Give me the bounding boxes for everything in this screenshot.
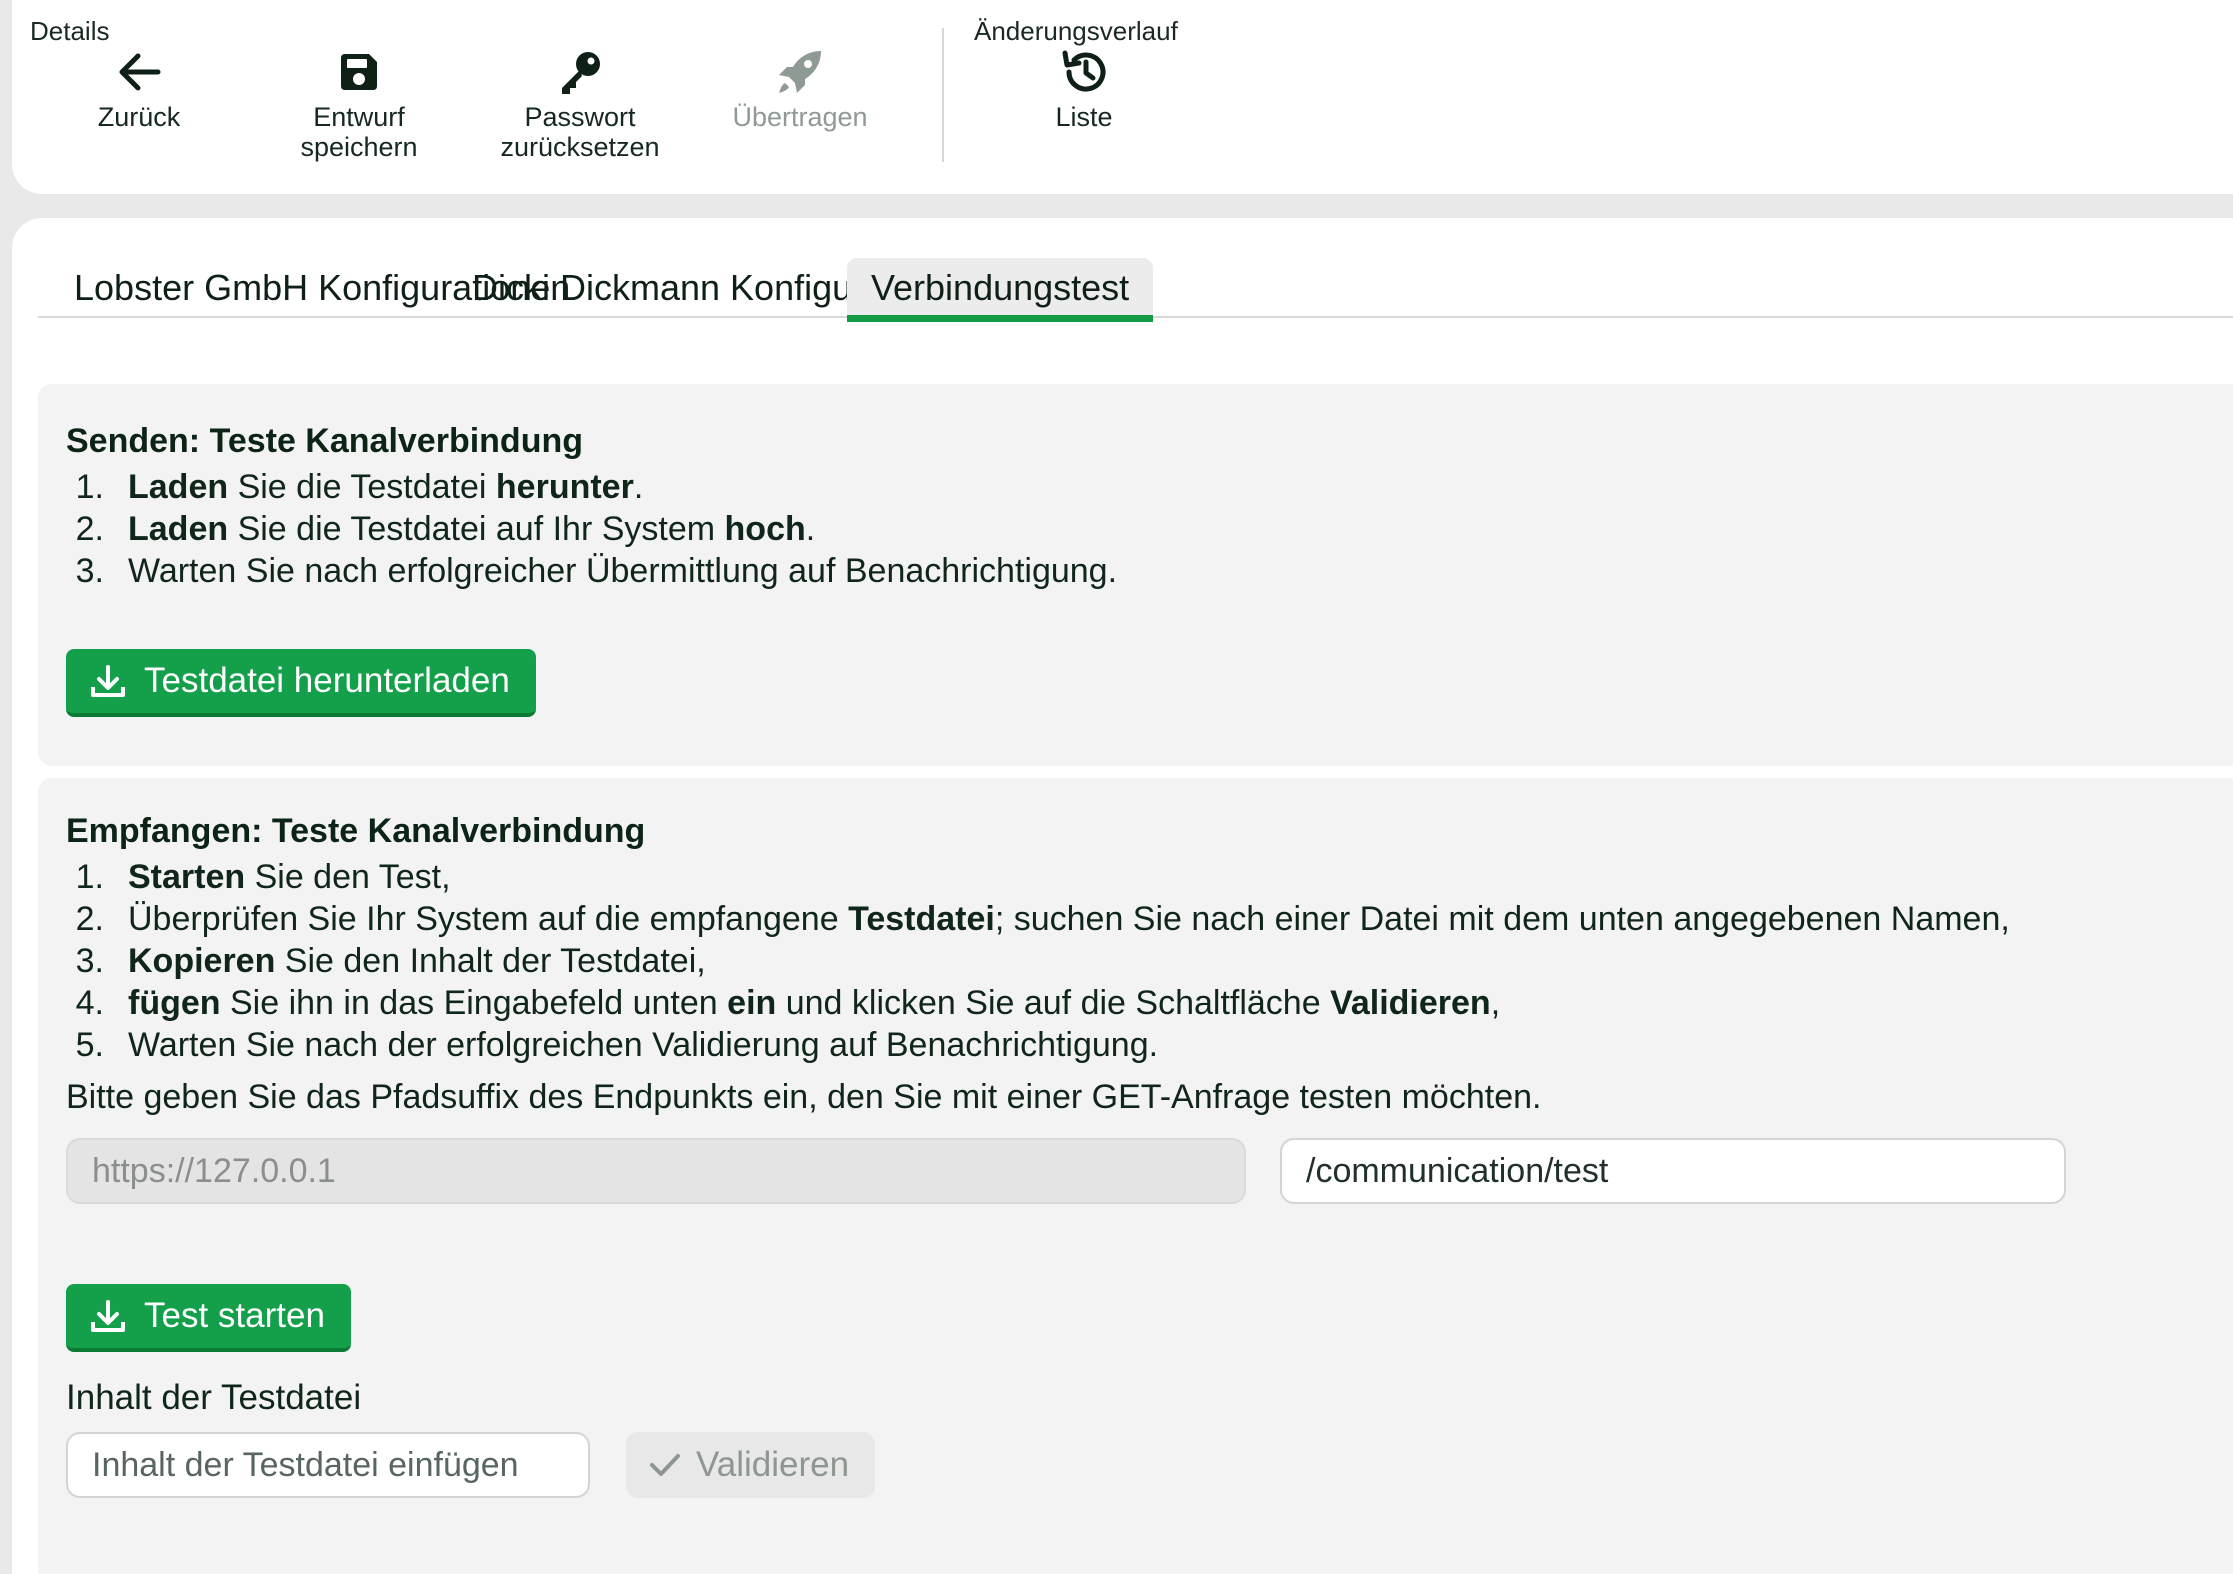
step-text-part: Sie die Testdatei (228, 468, 496, 506)
key-icon (556, 44, 604, 100)
arrow-left-icon (116, 44, 162, 100)
download-icon (90, 663, 126, 699)
main-card: Lobster GmbH Konfigurationen Dicki Dickm… (12, 218, 2233, 1574)
endpoint-hint: Bitte geben Sie das Pfadsuffix des Endpu… (66, 1078, 1542, 1116)
step-text: Warten Sie nach erfolgreicher Übermittlu… (128, 550, 1117, 592)
step-number: 1. (75, 858, 104, 896)
floppy-disk-icon (337, 44, 381, 100)
step-text-part: . (633, 468, 644, 506)
send-title: Senden: Teste Kanalverbindung (66, 422, 584, 460)
validate-button[interactable]: Validieren (626, 1432, 876, 1498)
transfer-label: Übertragen (732, 102, 868, 132)
step-text-bold: Kopieren (128, 942, 276, 980)
check-icon (648, 1450, 682, 1480)
receive-step: 1. Starten Sie den Test, (66, 856, 2010, 898)
step-text-bold: Validieren (1330, 984, 1491, 1022)
step-text: Laden Sie die Testdatei herunter. (128, 466, 643, 508)
receive-step: 5. Warten Sie nach der erfolgreichen Vali… (66, 1024, 2010, 1066)
step-text: fügen Sie ihn in das Eingabefeld unten e… (128, 982, 1500, 1024)
receive-title: Empfangen: Teste Kanalverbindung (66, 812, 646, 850)
step-text-part: Sie ihn in das Eingabefeld unten (220, 984, 728, 1022)
back-label: Zurück (97, 102, 181, 132)
step-number: 4. (75, 984, 104, 1022)
tab-connection-test[interactable]: Verbindungstest (847, 258, 1154, 322)
step-text-part: Warten Sie nach erfolgreicher Übermittlu… (128, 552, 1118, 590)
step-text-part: ; suchen Sie nach einer Datei mit dem un… (994, 900, 2010, 938)
step-text-bold: ein (727, 984, 777, 1022)
download-testfile-button[interactable]: Testdatei herunterladen (66, 649, 536, 717)
step-text-bold: Testdatei (848, 900, 995, 938)
send-step: 2. Laden Sie die Testdatei auf Ihr System… (66, 508, 1117, 550)
step-text-bold: Starten (128, 858, 246, 896)
testfile-content-label: Inhalt der Testdatei (66, 1378, 362, 1417)
send-step: 1. Laden Sie die Testdatei herunter. (66, 466, 1117, 508)
back-button[interactable]: Zurück (39, 44, 239, 132)
start-test-button[interactable]: Test starten (66, 1284, 351, 1352)
receive-step: 3. Kopieren Sie den Inhalt der Testdatei, (66, 940, 2010, 982)
step-number: 1. (75, 468, 104, 506)
testfile-content-input[interactable]: Inhalt der Testdatei einfügen (66, 1432, 590, 1498)
toolbar-divider (942, 28, 944, 162)
save-draft-label-2: speichern (300, 132, 418, 162)
path-suffix-input[interactable]: /communication/test (1280, 1138, 2066, 1204)
history-list-button[interactable]: Liste (984, 44, 1184, 132)
tab-bar: Lobster GmbH Konfigurationen Dicki Dickm… (38, 258, 2233, 322)
reset-password-label-1: Passwort (524, 102, 636, 132)
toolbar: Details Änderungsverlauf Zurück Entwurf … (12, 0, 2233, 194)
receive-step: 4. fügen Sie ihn in das Eingabefeld unten… (66, 982, 2010, 1024)
base-url-field: https://127.0.0.1 (66, 1138, 1246, 1204)
step-text-part: Sie den Inhalt der Testdatei, (275, 942, 706, 980)
step-text: Laden Sie die Testdatei auf Ihr System h… (128, 508, 815, 550)
step-text-part: Überprüfen Sie Ihr System auf die empfan… (128, 900, 849, 938)
transfer-button[interactable]: Übertragen (700, 44, 900, 132)
step-text-bold: Laden (128, 468, 229, 506)
receive-steps: 1. Starten Sie den Test, 2. Überprüfen Sie … (66, 856, 2010, 1066)
validate-label: Validieren (696, 1445, 850, 1484)
step-text-part: und klicken Sie auf die Schaltfläche (776, 984, 1331, 1022)
send-section: Senden: Teste Kanalverbindung 1. Laden Si… (38, 384, 2233, 766)
save-draft-button[interactable]: Entwurf speichern (259, 44, 459, 162)
send-step: 3. Warten Sie nach erfolgreicher Übermitt… (66, 550, 1117, 592)
step-text: Überprüfen Sie Ihr System auf die empfan… (128, 898, 2010, 940)
step-text-part: , (1490, 984, 1501, 1022)
step-number: 5. (75, 1026, 104, 1064)
step-text-bold: hoch (724, 510, 806, 548)
step-text-part: Sie den Test, (245, 858, 451, 896)
step-text-part: Warten Sie nach der erfolgreichen Validi… (128, 1026, 1159, 1064)
reset-password-label-2: zurücksetzen (500, 132, 660, 162)
step-text: Warten Sie nach der erfolgreichen Validi… (128, 1024, 1158, 1066)
history-icon (1059, 44, 1109, 100)
history-list-label: Liste (1055, 102, 1113, 132)
history-group-label: Änderungsverlauf (974, 16, 1178, 46)
step-number: 2. (75, 510, 104, 548)
save-draft-label-1: Entwurf (313, 102, 405, 132)
step-text-part: Sie die Testdatei auf Ihr System (228, 510, 725, 548)
reset-password-button[interactable]: Passwort zurücksetzen (480, 44, 680, 162)
step-text: Starten Sie den Test, (128, 856, 451, 898)
download-testfile-label: Testdatei herunterladen (144, 661, 510, 700)
step-text-bold: Laden (128, 510, 229, 548)
step-text-bold: herunter (495, 468, 634, 506)
step-number: 3. (75, 552, 104, 590)
step-text-part: . (805, 510, 816, 548)
step-number: 3. (75, 942, 104, 980)
details-group-label: Details (30, 16, 110, 46)
download-icon (90, 1298, 126, 1334)
receive-section: Empfangen: Teste Kanalverbindung 1. Start… (38, 778, 2233, 1574)
step-number: 2. (75, 900, 104, 938)
receive-step: 2. Überprüfen Sie Ihr System auf die empf… (66, 898, 2010, 940)
step-text: Kopieren Sie den Inhalt der Testdatei, (128, 940, 706, 982)
start-test-label: Test starten (144, 1296, 325, 1335)
send-steps: 1. Laden Sie die Testdatei herunter. 2. Lad… (66, 466, 1117, 592)
step-text-bold: fügen (128, 984, 221, 1022)
rocket-icon (775, 44, 825, 100)
